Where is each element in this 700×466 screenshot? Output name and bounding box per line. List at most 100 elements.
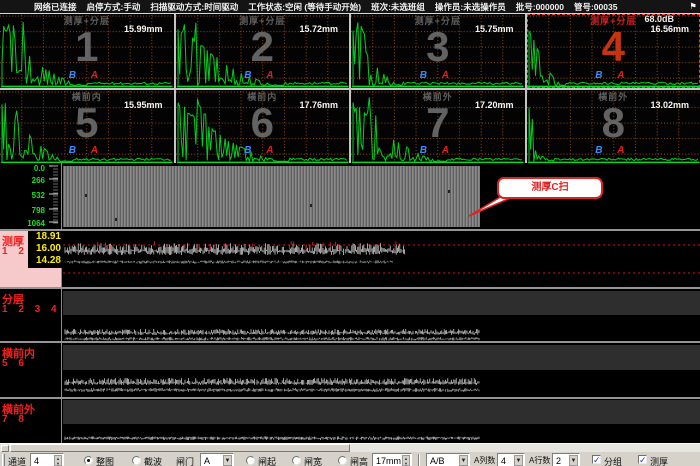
channel-number: 6	[176, 101, 350, 145]
thickness-strip-chart[interactable]	[63, 231, 700, 287]
cscan-image[interactable]	[63, 166, 480, 227]
channel-number: 3	[351, 25, 525, 69]
strip-row-transverse-outer: 横前外 7 8	[0, 397, 700, 443]
gate-select[interactable]: A ▼	[200, 453, 234, 466]
gate-width-spinbox[interactable]: 17mm ▲▼	[372, 453, 412, 466]
ascan-channel-3[interactable]: 测厚+分层 15.75mm 3 B A	[351, 14, 525, 88]
channel-number: 2	[176, 25, 350, 69]
checkbox-thickness-label[interactable]: 测厚	[650, 455, 668, 466]
dropdown-arrow-icon[interactable]: ▼	[514, 455, 523, 466]
row-channels: 1 2 3 4	[2, 304, 61, 315]
view-mode-select[interactable]: A/B ▼	[426, 453, 470, 466]
cscan-defect-dot	[85, 194, 87, 197]
radio-gate-start[interactable]	[246, 456, 255, 465]
dropdown-arrow-icon[interactable]: ▼	[459, 455, 468, 466]
axis-ruler	[47, 163, 59, 229]
bottom-toolbar: 通道 4 ▲▼ 整图 截波 闸门 A ▼ 闸起 闸宽 闸高 17mm ▲▼ A/…	[0, 452, 700, 466]
gate-a-marker: A	[91, 70, 98, 81]
arows-value: 2	[556, 456, 561, 466]
ascan-channel-6[interactable]: 横前内 17.76mm 6 B A	[176, 90, 350, 164]
transverse-inner-strip-chart[interactable]	[63, 343, 700, 397]
axis-tick: 0.0	[5, 164, 45, 173]
acols-label: A列数	[474, 455, 495, 466]
gate-a-marker: A	[442, 70, 449, 81]
status-batch-no: 批号:000000	[516, 1, 564, 13]
radio-gate-height-label[interactable]: 闸高	[350, 455, 368, 466]
radio-gate-start-label[interactable]: 闸起	[258, 455, 276, 466]
acols-select[interactable]: 4 ▼	[497, 453, 525, 466]
gate-b-marker: B	[69, 70, 76, 81]
gain-readout: 68.0dB	[644, 14, 674, 24]
cscan-defect-dot	[448, 190, 450, 193]
transverse-outer-row-label[interactable]: 横前外 7 8	[0, 399, 62, 443]
scrollbar-thumb[interactable]	[10, 444, 350, 452]
scrollbar-left-button[interactable]	[1, 445, 9, 452]
checkbox-group[interactable]: ✓	[592, 455, 601, 464]
cscan-row: 0.0 266 532 798 1064 测厚C扫	[0, 163, 700, 229]
dropdown-arrow-icon[interactable]: ▼	[569, 455, 578, 466]
gate-b-marker: B	[244, 145, 251, 156]
cscan-axis-label-column: 0.0 266 532 798 1064	[0, 163, 62, 229]
view-mode-value: A/B	[430, 456, 445, 466]
ascan-channel-5[interactable]: 横前内 15.95mm 5 B A	[0, 90, 174, 164]
gate-a-marker: A	[266, 145, 273, 156]
status-network: 网络已连接	[34, 1, 77, 13]
thickness-max: 18.91	[28, 231, 62, 243]
gate-a-marker: A	[442, 145, 449, 156]
ascan-channel-4-selected[interactable]: 测厚+分层 68.0dB 16.56mm 4 B A	[527, 14, 700, 88]
gate-label: 闸门	[176, 455, 194, 466]
status-tube-no: 管号:00035	[574, 1, 617, 13]
transverse-inner-row-label[interactable]: 横前内 5 6	[0, 343, 62, 397]
gate-a-marker: A	[617, 70, 624, 81]
gate-a-marker: A	[617, 145, 624, 156]
arows-select[interactable]: 2 ▼	[552, 453, 580, 466]
radio-cut-wave-label[interactable]: 截波	[144, 455, 162, 466]
spinner-arrows-icon[interactable]: ▲▼	[54, 455, 62, 466]
ascan-panel-grid: 测厚+分层 15.99mm 1 B A 测厚+分层 15.72mm 2 B A …	[0, 13, 700, 163]
channel-number: 7	[351, 101, 525, 145]
lamination-strip-chart[interactable]	[63, 289, 700, 341]
thickness-row-label[interactable]: 测厚 1 2 3 18.91 16.00 14.28	[0, 231, 62, 287]
status-operator: 操作员:未选操作员	[435, 1, 506, 13]
channel-number: 4	[527, 25, 700, 69]
app-window: 网络已连接 启停方式:手动 扫描驱动方式:时间驱动 工作状态:空闲 (等待手动开…	[0, 0, 700, 466]
axis-tick: 266	[5, 176, 45, 185]
checkbox-thickness[interactable]: ✓	[638, 455, 647, 464]
horizontal-scrollbar[interactable]	[0, 443, 700, 452]
radio-gate-width[interactable]	[292, 456, 301, 465]
status-bar: 网络已连接 启停方式:手动 扫描驱动方式:时间驱动 工作状态:空闲 (等待手动开…	[0, 0, 700, 13]
strip-chart-area: 0.0 266 532 798 1064 测厚C扫 测厚 1 2 3	[0, 163, 700, 443]
radio-cut-wave[interactable]	[132, 456, 141, 465]
cscan-defect-dot	[310, 204, 312, 207]
radio-whole-view-label[interactable]: 整图	[96, 455, 114, 466]
row-channels: 7 8	[2, 414, 28, 425]
radio-whole-view[interactable]	[84, 456, 93, 465]
arows-label: A行数	[529, 455, 550, 466]
axis-tick: 1064	[5, 219, 45, 228]
ascan-channel-1[interactable]: 测厚+分层 15.99mm 1 B A	[0, 14, 174, 88]
transverse-outer-strip-chart[interactable]	[63, 399, 700, 443]
callout-tail	[468, 196, 516, 218]
ascan-channel-2[interactable]: 测厚+分层 15.72mm 2 B A	[176, 14, 350, 88]
ascan-channel-7[interactable]: 横前外 17.20mm 7 B A	[351, 90, 525, 164]
spinner-arrows-icon[interactable]: ▲▼	[402, 455, 410, 466]
gate-b-marker: B	[595, 145, 602, 156]
radio-gate-width-label[interactable]: 闸宽	[304, 455, 322, 466]
channel-number: 1	[0, 25, 174, 69]
thickness-mid: 16.00	[28, 243, 62, 255]
channel-value: 4	[34, 456, 39, 466]
axis-tick: 532	[5, 191, 45, 200]
channel-spinbox[interactable]: 4 ▲▼	[30, 453, 64, 466]
gate-a-marker: A	[91, 145, 98, 156]
dropdown-arrow-icon[interactable]: ▼	[223, 455, 232, 466]
checkbox-group-label[interactable]: 分组	[604, 455, 622, 466]
ascan-channel-8[interactable]: 横前外 13.02mm 8 B A	[527, 90, 700, 164]
toolbar-separator	[418, 454, 420, 466]
gate-b-marker: B	[420, 145, 427, 156]
gate-width-value: 17mm	[376, 456, 401, 466]
lamination-row-label[interactable]: 分层 1 2 3 4	[0, 289, 62, 341]
thickness-min: 14.28	[28, 255, 62, 267]
toolbar-grip[interactable]	[2, 454, 5, 466]
radio-gate-height[interactable]	[338, 456, 347, 465]
cscan-defect-dot	[115, 218, 117, 221]
